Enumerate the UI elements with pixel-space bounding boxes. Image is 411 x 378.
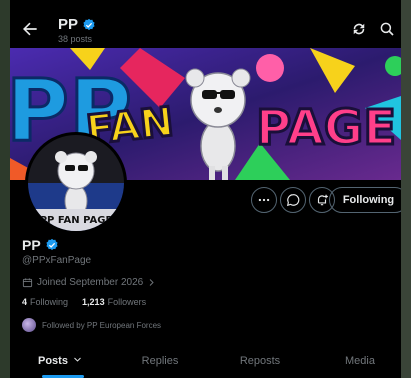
tab-replies[interactable]: Replies [110,352,210,378]
post-count: 38 posts [58,34,93,44]
tab-posts-label: Posts [37,355,68,367]
profile-handle: @PPxFanPage [22,255,92,266]
following-button[interactable]: Following [329,187,408,213]
top-bar: PP 38 posts [10,0,410,48]
follower-avatar [22,318,36,332]
header-title: PP [58,16,96,33]
profile-name: PP [22,237,59,253]
followers-stat[interactable]: 1,213 Followers [82,297,146,307]
followed-by-text: Followed by PP European Forces [42,320,162,330]
profile-page: PP 38 posts PP FAN PAGE PP FAN PAGE Foll… [10,0,410,378]
followed-by[interactable]: Followed by PP European Forces [22,318,161,332]
followers-count: 1,213 [82,297,105,307]
joined-date[interactable]: Joined September 2026 [22,277,156,288]
chevron-right-icon [149,279,154,286]
banner-text-page: PAGE [256,100,396,156]
more-options-button[interactable] [251,187,277,213]
more-dots-icon [258,198,270,202]
following-label: Following [30,297,69,307]
profile-name-text: PP [22,237,41,253]
followers-label: Followers [107,297,147,307]
avatar-caption: PP FAN PAGE [40,215,113,226]
window-edge [401,0,411,378]
back-arrow-icon[interactable] [20,19,40,39]
verified-badge-icon [46,238,58,251]
follow-stats: 4 Following 1,213 Followers [22,297,146,307]
profile-avatar[interactable]: PP FAN PAGE [25,132,127,234]
refresh-icon[interactable] [350,20,368,38]
profile-tabs: Posts Replies Reposts Media [10,352,410,378]
header-title-text: PP [58,16,79,33]
tab-posts[interactable]: Posts [10,352,110,378]
message-button[interactable] [280,187,306,213]
chevron-down-icon [74,357,81,362]
following-stat[interactable]: 4 Following [22,297,68,307]
joined-text: Joined September 2026 [37,277,144,288]
following-count: 4 [22,297,28,307]
calendar-icon [22,278,33,288]
tab-reposts[interactable]: Reposts [210,352,310,378]
bell-plus-icon [317,194,328,206]
avatar-image: PP FAN PAGE [28,135,124,231]
verified-badge-icon [83,18,95,30]
tab-media[interactable]: Media [310,352,410,378]
search-icon[interactable] [378,20,396,38]
chat-bubble-icon [286,194,300,207]
